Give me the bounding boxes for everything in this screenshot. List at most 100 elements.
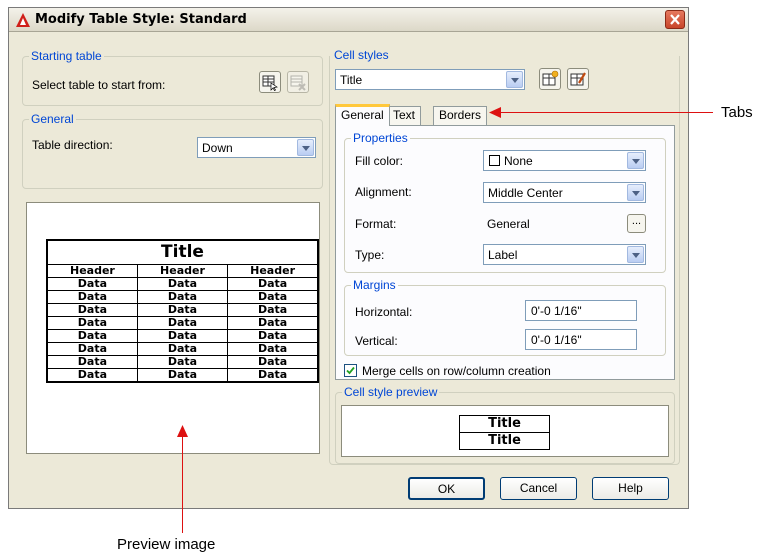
preview-data-cell: Data [227,341,319,356]
format-value: General [487,217,530,231]
preview-data-cell: Data [46,341,138,356]
alignment-value: Middle Center [488,186,563,200]
format-label: Format: [355,217,397,231]
manage-cell-styles-button[interactable] [567,68,589,90]
vertical-margin-input[interactable]: 0'-0 1/16" [525,329,637,350]
margins-legend: Margins [351,278,398,292]
properties-legend: Properties [351,131,410,145]
tab-general[interactable]: General [335,104,390,126]
tabs-callout-arrowhead [489,107,501,118]
chevron-down-icon[interactable] [627,152,644,169]
preview-data-cell: Data [136,354,229,369]
preview-data-cell: Data [46,276,138,291]
preview-header-cell: Header [227,263,319,278]
preview-data-cell: Data [136,328,229,343]
preview-data-cell: Data [136,289,229,304]
preview-data-cell: Data [46,302,138,317]
cell-style-select[interactable]: Title [335,69,525,90]
chevron-down-icon[interactable] [627,184,644,201]
general-legend: General [29,112,76,126]
preview-callout-line [182,436,183,533]
help-button[interactable]: Help [592,477,669,500]
table-direction-value: Down [202,141,233,155]
autocad-app-icon [16,13,30,27]
horizontal-margin-label: Horizontal: [355,305,413,319]
preview-data-cell: Data [227,289,319,304]
general-group: General Table direction: Down [22,112,323,189]
preview-data-cell: Data [227,367,319,382]
margins-group: Margins Horizontal: 0'-0 1/16" Vertical:… [344,278,666,356]
select-table-icon [262,75,278,91]
preview-data-cell: Data [227,276,319,291]
cell-style-value: Title [340,73,363,87]
preview-data-cell: Data [136,341,229,356]
select-table-button[interactable] [259,71,281,93]
preview-data-cell: Data [46,367,138,382]
type-select[interactable]: Label [483,244,646,265]
chevron-down-icon[interactable] [297,139,314,156]
alignment-select[interactable]: Middle Center [483,182,646,203]
ok-button[interactable]: OK [408,477,485,500]
preview-data-cell: Data [227,328,319,343]
general-tab-panel: Properties Fill color: None Alignment: M… [335,125,675,380]
preview-data-cell: Data [227,302,319,317]
starting-table-legend: Starting table [29,49,104,63]
cancel-button[interactable]: Cancel [500,477,577,500]
cell-style-preview-legend: Cell style preview [342,385,440,399]
horizontal-margin-value: 0'-0 1/16" [531,304,582,318]
tab-text[interactable]: Text [387,106,422,125]
preview-data-cell: Data [227,315,319,330]
fill-color-value: None [504,154,533,168]
checkmark-icon [346,366,355,375]
starting-table-group: Starting table Select table to start fro… [22,49,323,106]
delete-table-icon [290,75,306,91]
type-value: Label [488,248,518,262]
preview-header-cell: Header [136,263,229,278]
chevron-down-icon[interactable] [627,246,644,263]
horizontal-margin-input[interactable]: 0'-0 1/16" [525,300,637,321]
preview-data-cell: Data [136,276,229,291]
manage-styles-icon [570,72,586,86]
preview-data-cell: Data [46,328,138,343]
format-browse-button[interactable]: ... [627,214,646,233]
vertical-margin-label: Vertical: [355,334,398,348]
ellipsis-icon: ... [631,215,642,227]
preview-data-cell: Data [46,289,138,304]
preview-data-cell: Data [136,315,229,330]
cell-style-preview-cell: Title [459,432,550,450]
merge-cells-label: Merge cells on row/column creation [362,364,551,378]
table-direction-select[interactable]: Down [197,137,316,158]
color-swatch [489,155,500,166]
cell-style-preview-box: Title Title [341,405,669,457]
create-style-icon [542,70,559,86]
title-bar[interactable]: Modify Table Style: Standard [9,8,688,32]
chevron-down-icon[interactable] [506,71,523,88]
cell-style-preview-table: Title Title [459,415,550,450]
close-icon [670,14,680,25]
table-preview-image: Title Header Header Header Data Data Data … [26,202,320,454]
remove-table-button[interactable] [287,71,309,93]
preview-callout-label: Preview image [117,536,216,553]
tabs-callout-line [500,112,713,113]
fill-color-select[interactable]: None [483,150,646,171]
modify-table-style-dialog: Modify Table Style: Standard Starting ta… [8,7,689,509]
preview-data-cell: Data [46,315,138,330]
tabs-callout-label: Tabs [721,104,753,121]
window-title: Modify Table Style: Standard [35,12,247,27]
preview-table: Title Header Header Header Data Data Data … [46,239,319,383]
merge-cells-checkbox[interactable] [344,364,357,377]
tab-borders[interactable]: Borders [433,106,488,125]
select-table-label: Select table to start from: [32,78,166,92]
table-direction-label: Table direction: [32,138,113,152]
properties-group: Properties Fill color: None Alignment: M… [344,131,666,273]
create-cell-style-button[interactable] [539,68,561,90]
preview-data-cell: Data [136,302,229,317]
cell-style-preview-cell: Title [459,415,550,433]
close-button[interactable] [665,10,685,29]
fill-color-label: Fill color: [355,154,404,168]
preview-data-cell: Data [46,354,138,369]
preview-title-cell: Title [46,239,319,265]
vertical-margin-value: 0'-0 1/16" [531,333,582,347]
preview-data-cell: Data [227,354,319,369]
alignment-label: Alignment: [355,185,412,199]
